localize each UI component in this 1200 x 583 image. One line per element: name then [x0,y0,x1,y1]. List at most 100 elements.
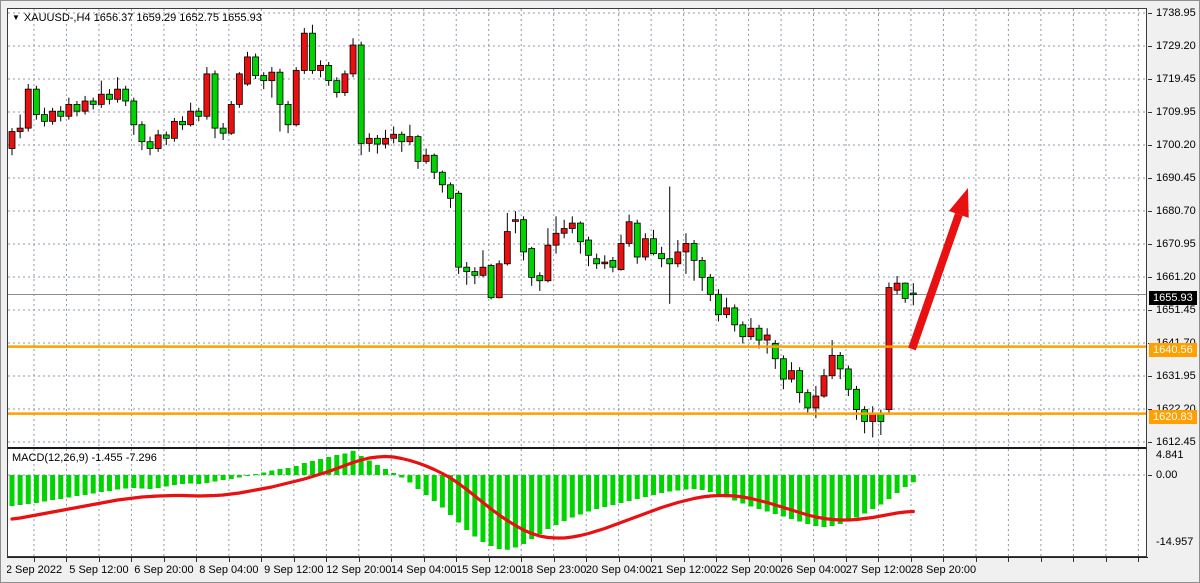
candle-body[interactable] [829,355,835,375]
macd-histogram-bar[interactable] [586,475,591,512]
candle-body[interactable] [813,396,819,408]
macd-histogram-bar[interactable] [911,475,916,482]
candle-body[interactable] [805,393,811,408]
macd-histogram-bar[interactable] [294,466,299,475]
candle-body[interactable] [188,111,194,125]
trend-arrow-shaft[interactable] [912,214,959,349]
candle-body[interactable] [545,245,551,281]
macd-histogram-bar[interactable] [26,475,31,504]
candle-body[interactable] [732,308,738,325]
macd-histogram-bar[interactable] [578,475,583,515]
candle-body[interactable] [569,223,575,228]
candle-body[interactable] [155,135,161,149]
candle-body[interactable] [496,264,502,298]
candle-body[interactable] [33,89,39,114]
candle-body[interactable] [269,72,275,80]
macd-histogram-bar[interactable] [416,475,421,489]
macd-histogram-bar[interactable] [302,463,307,475]
candle-body[interactable] [326,65,332,80]
candle-body[interactable] [504,232,510,264]
macd-histogram-bar[interactable] [286,468,291,475]
macd-histogram-bar[interactable] [765,475,770,512]
macd-histogram-bar[interactable] [643,475,648,497]
macd-histogram-bar[interactable] [545,475,550,529]
candle-body[interactable] [845,369,851,389]
candle-body[interactable] [253,57,259,76]
candle-body[interactable] [488,265,494,297]
candle-body[interactable] [764,335,770,340]
macd-histogram-bar[interactable] [480,475,485,542]
candle-body[interactable] [277,72,283,104]
candle-body[interactable] [740,325,746,337]
candle-body[interactable] [342,74,348,93]
candle-body[interactable] [9,132,15,149]
candle-body[interactable] [529,249,535,278]
candle-body[interactable] [537,276,543,281]
macd-histogram-bar[interactable] [529,475,534,539]
macd-histogram-bar[interactable] [667,475,672,492]
candle-body[interactable] [212,74,218,128]
candle-body[interactable] [399,134,405,141]
candle-body[interactable] [902,283,908,298]
candle-body[interactable] [797,371,803,393]
macd-histogram-bar[interactable] [50,475,55,500]
candle-body[interactable] [318,65,324,70]
macd-histogram-bar[interactable] [18,475,23,505]
candle-body[interactable] [285,104,291,124]
candle-body[interactable] [724,308,730,315]
macd-histogram-bar[interactable] [635,475,640,499]
macd-histogram-bar[interactable] [716,475,721,495]
macd-histogram-bar[interactable] [651,475,656,495]
macd-histogram-bar[interactable] [619,475,624,503]
candle-body[interactable] [659,254,665,259]
candle-body[interactable] [228,104,234,133]
macd-indicator-pane[interactable] [8,449,1146,556]
candle-body[interactable] [431,155,437,172]
candle-body[interactable] [415,137,421,162]
candle-body[interactable] [748,328,754,336]
macd-histogram-bar[interactable] [854,475,859,518]
candle-body[interactable] [407,137,413,142]
candle-body[interactable] [196,111,202,116]
candle-body[interactable] [439,172,445,185]
candle-body[interactable] [131,101,137,125]
candle-body[interactable] [180,121,186,124]
candle-body[interactable] [642,239,648,257]
macd-histogram-bar[interactable] [367,461,372,476]
candle-body[interactable] [675,252,681,264]
macd-histogram-bar[interactable] [91,475,96,494]
candle-body[interactable] [602,262,608,264]
candle-body[interactable] [74,104,80,111]
macd-histogram-bar[interactable] [602,475,607,507]
macd-histogram-bar[interactable] [10,475,15,506]
macd-histogram-bar[interactable] [432,475,437,501]
candle-body[interactable] [236,74,242,105]
macd-histogram-bar[interactable] [164,475,169,487]
macd-histogram-bar[interactable] [107,475,112,491]
macd-histogram-bar[interactable] [115,475,120,490]
candle-body[interactable] [650,239,656,254]
macd-histogram-bar[interactable] [773,475,778,514]
macd-histogram-bar[interactable] [66,475,71,498]
price-axis[interactable]: 1738.951729.201719.451709.951700.201690.… [1148,8,1200,557]
macd-histogram-bar[interactable] [253,474,258,475]
candle-body[interactable] [447,185,453,199]
candle-body[interactable] [309,33,315,70]
candle-body[interactable] [350,45,356,74]
macd-histogram-bar[interactable] [472,475,477,537]
candle-body[interactable] [358,45,364,143]
macd-histogram-bar[interactable] [407,475,412,483]
macd-histogram-bar[interactable] [757,475,762,509]
macd-histogram-bar[interactable] [221,475,226,480]
macd-histogram-bar[interactable] [562,475,567,521]
candle-body[interactable] [391,134,397,138]
candle-body[interactable] [910,293,916,294]
macd-histogram-bar[interactable] [464,475,469,530]
candle-body[interactable] [58,111,64,116]
macd-histogram-bar[interactable] [245,475,250,476]
macd-histogram-bar[interactable] [570,475,575,518]
macd-histogram-bar[interactable] [627,475,632,501]
macd-histogram-bar[interactable] [700,475,705,490]
candle-body[interactable] [90,101,96,104]
macd-histogram-bar[interactable] [521,475,526,544]
